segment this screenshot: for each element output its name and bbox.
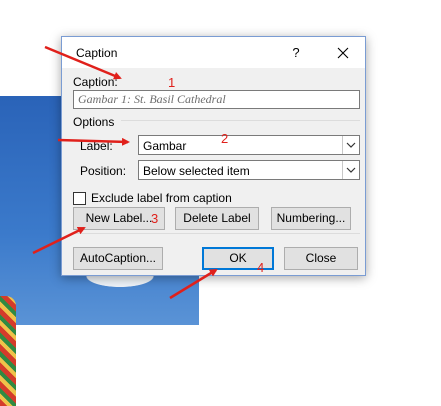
annotation-arrows (32, 45, 218, 300)
annotation-arrow-4 (169, 268, 218, 300)
annotation-arrow-1 (44, 45, 122, 80)
annotation-arrow-3 (32, 226, 86, 255)
annotation-arrow-2 (57, 137, 130, 146)
